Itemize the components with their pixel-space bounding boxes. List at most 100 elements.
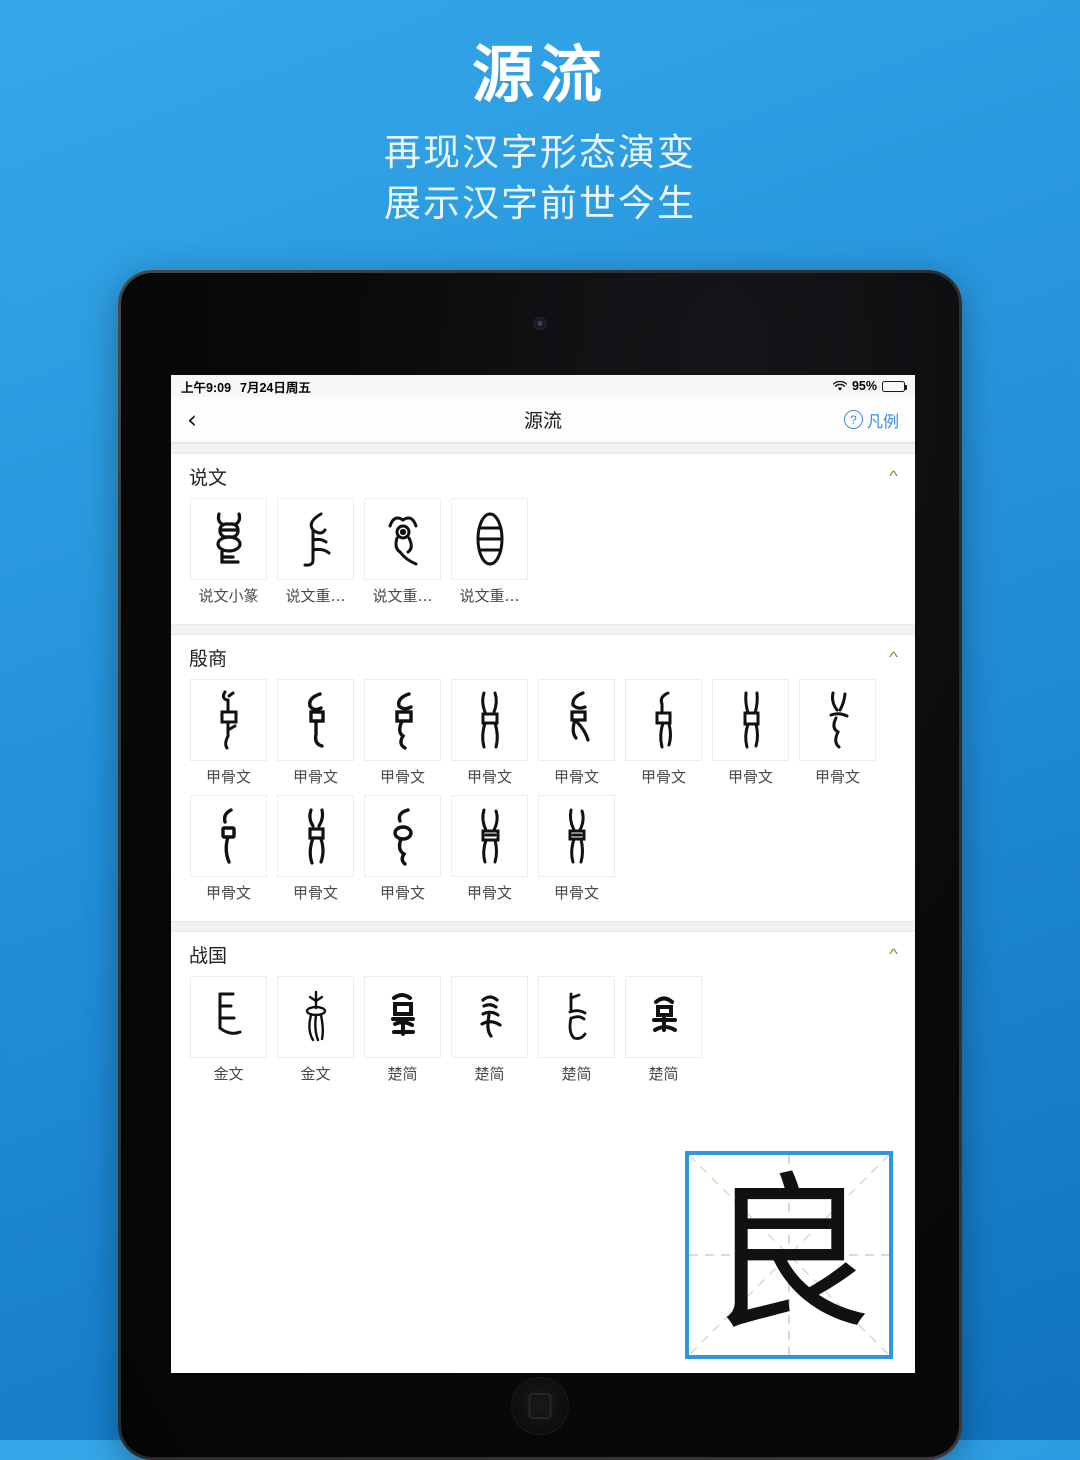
chevron-up-icon[interactable]: ^ bbox=[889, 650, 898, 665]
navigation-bar: ‹ 源流 ? 凡例 bbox=[171, 397, 915, 443]
chevron-up-icon[interactable]: ^ bbox=[889, 469, 898, 484]
section-grid-zhanguo: 金文 金文 楚简 楚简 楚简 楚简 bbox=[171, 976, 915, 1102]
glyph-cell[interactable]: 甲骨文 bbox=[364, 679, 441, 787]
glyph-image bbox=[190, 976, 267, 1058]
glyph-image bbox=[277, 498, 354, 580]
glyph-image bbox=[451, 976, 528, 1058]
glyph-label: 甲骨文 bbox=[292, 884, 338, 902]
glyph-cell[interactable]: 甲骨文 bbox=[277, 679, 354, 787]
glyph-cell[interactable]: 甲骨文 bbox=[364, 795, 441, 903]
question-circle-icon: ? bbox=[843, 410, 863, 429]
glyph-cell[interactable]: 甲骨文 bbox=[799, 679, 876, 787]
tablet-device: 上午9:09 7月24日周五 95% ‹ 源流 ? 凡例 说文 ^ 说文小篆 说… bbox=[118, 270, 962, 1460]
glyph-label: 甲骨文 bbox=[640, 768, 686, 786]
promo-header: 源流 再现汉字形态演变 展示汉字前世今生 bbox=[0, 0, 1080, 229]
promo-subtitle: 再现汉字形态演变 展示汉字前世今生 bbox=[0, 127, 1080, 229]
glyph-label: 甲骨文 bbox=[379, 768, 425, 786]
evolution-list[interactable]: 说文 ^ 说文小篆 说文重… 说文重… 说文重… 殷商 ^ 甲骨文 甲骨文 甲骨… bbox=[171, 443, 915, 1373]
glyph-image bbox=[364, 498, 441, 580]
glyph-label: 说文重… bbox=[372, 587, 433, 605]
glyph-image bbox=[625, 976, 702, 1058]
status-date: 7月24日周五 bbox=[240, 380, 311, 395]
help-button-label: 凡例 bbox=[866, 411, 899, 431]
help-button[interactable]: ? 凡例 bbox=[843, 408, 899, 432]
glyph-cell[interactable]: 甲骨文 bbox=[190, 679, 267, 787]
glyph-cell[interactable]: 金文 bbox=[277, 976, 354, 1084]
glyph-image bbox=[190, 498, 267, 580]
glyph-cell[interactable]: 甲骨文 bbox=[190, 795, 267, 903]
glyph-cell[interactable]: 楚简 bbox=[538, 976, 615, 1084]
glyph-cell[interactable]: 甲骨文 bbox=[712, 679, 789, 787]
glyph-cell[interactable]: 说文重… bbox=[277, 498, 354, 606]
home-button[interactable] bbox=[511, 1377, 569, 1435]
glyph-label: 甲骨文 bbox=[814, 768, 860, 786]
front-camera-icon bbox=[533, 317, 547, 330]
glyph-image bbox=[538, 795, 615, 877]
glyph-cell[interactable]: 说文重… bbox=[364, 498, 441, 606]
glyph-label: 楚简 bbox=[648, 1065, 679, 1083]
glyph-image bbox=[538, 679, 615, 761]
glyph-cell[interactable]: 甲骨文 bbox=[451, 795, 528, 903]
section-grid-shuowen: 说文小篆 说文重… 说文重… 说文重… bbox=[171, 498, 915, 624]
page-title: 源流 bbox=[523, 410, 562, 432]
battery-icon bbox=[882, 380, 908, 392]
glyph-image bbox=[799, 679, 876, 761]
glyph-image bbox=[364, 679, 441, 761]
glyph-cell[interactable]: 甲骨文 bbox=[538, 795, 615, 903]
glyph-image bbox=[625, 679, 702, 761]
section-title: 殷商 bbox=[189, 647, 228, 670]
glyph-cell[interactable]: 说文小篆 bbox=[190, 498, 267, 606]
tablet-bezel: 上午9:09 7月24日周五 95% ‹ 源流 ? 凡例 说文 ^ 说文小篆 说… bbox=[121, 273, 959, 1457]
promo-title: 源流 bbox=[471, 38, 608, 111]
glyph-image bbox=[538, 976, 615, 1058]
glyph-label: 甲骨文 bbox=[553, 768, 599, 786]
section-divider bbox=[171, 624, 915, 635]
section-divider bbox=[171, 443, 915, 454]
character-glyph: 良 bbox=[705, 1157, 873, 1353]
glyph-cell[interactable]: 说文重… bbox=[451, 498, 528, 606]
section-divider bbox=[171, 921, 915, 932]
glyph-label: 说文小篆 bbox=[198, 587, 259, 605]
glyph-cell[interactable]: 楚简 bbox=[451, 976, 528, 1084]
glyph-image bbox=[364, 795, 441, 877]
device-screen: 上午9:09 7月24日周五 95% ‹ 源流 ? 凡例 说文 ^ 说文小篆 说… bbox=[171, 375, 915, 1373]
back-button[interactable]: ‹ bbox=[187, 407, 221, 432]
status-bar-left: 上午9:09 7月24日周五 bbox=[181, 377, 311, 396]
glyph-cell[interactable]: 甲骨文 bbox=[538, 679, 615, 787]
section-header-yinshang[interactable]: 殷商 ^ bbox=[171, 635, 915, 679]
section-title: 战国 bbox=[189, 944, 228, 967]
glyph-label: 说文重… bbox=[285, 587, 346, 605]
glyph-label: 楚简 bbox=[474, 1065, 505, 1083]
glyph-cell[interactable]: 甲骨文 bbox=[625, 679, 702, 787]
glyph-label: 甲骨文 bbox=[727, 768, 773, 786]
glyph-image bbox=[277, 679, 354, 761]
glyph-cell[interactable]: 金文 bbox=[190, 976, 267, 1084]
glyph-image bbox=[277, 976, 354, 1058]
section-header-shuowen[interactable]: 说文 ^ bbox=[171, 454, 915, 498]
glyph-cell[interactable]: 甲骨文 bbox=[451, 679, 528, 787]
section-header-zhanguo[interactable]: 战国 ^ bbox=[171, 932, 915, 976]
chevron-up-icon[interactable]: ^ bbox=[889, 947, 898, 962]
status-bar: 上午9:09 7月24日周五 95% bbox=[171, 375, 915, 397]
glyph-label: 甲骨文 bbox=[205, 884, 251, 902]
glyph-image bbox=[190, 795, 267, 877]
glyph-cell[interactable]: 楚简 bbox=[625, 976, 702, 1084]
status-bar-right: 95% bbox=[832, 379, 908, 393]
glyph-cell[interactable]: 甲骨文 bbox=[277, 795, 354, 903]
glyph-label: 甲骨文 bbox=[466, 768, 512, 786]
glyph-image bbox=[364, 976, 441, 1058]
glyph-label: 甲骨文 bbox=[553, 884, 599, 902]
promo-subtitle-line-2: 展示汉字前世今生 bbox=[384, 182, 696, 226]
wifi-icon bbox=[832, 380, 847, 392]
promo-subtitle-line-1: 再现汉字形态演变 bbox=[384, 131, 696, 175]
glyph-image bbox=[451, 498, 528, 580]
section-title: 说文 bbox=[189, 466, 228, 489]
glyph-label: 甲骨文 bbox=[379, 884, 425, 902]
battery-percent-label: 95% bbox=[851, 379, 877, 393]
glyph-image bbox=[277, 795, 354, 877]
glyph-image bbox=[451, 679, 528, 761]
glyph-label: 楚简 bbox=[387, 1065, 418, 1083]
section-grid-yinshang: 甲骨文 甲骨文 甲骨文 甲骨文 甲骨文 甲骨文 甲骨文 甲骨文 甲骨文 甲骨文 … bbox=[171, 679, 915, 921]
glyph-cell[interactable]: 楚简 bbox=[364, 976, 441, 1084]
character-preview-card[interactable]: 良 bbox=[685, 1151, 893, 1359]
